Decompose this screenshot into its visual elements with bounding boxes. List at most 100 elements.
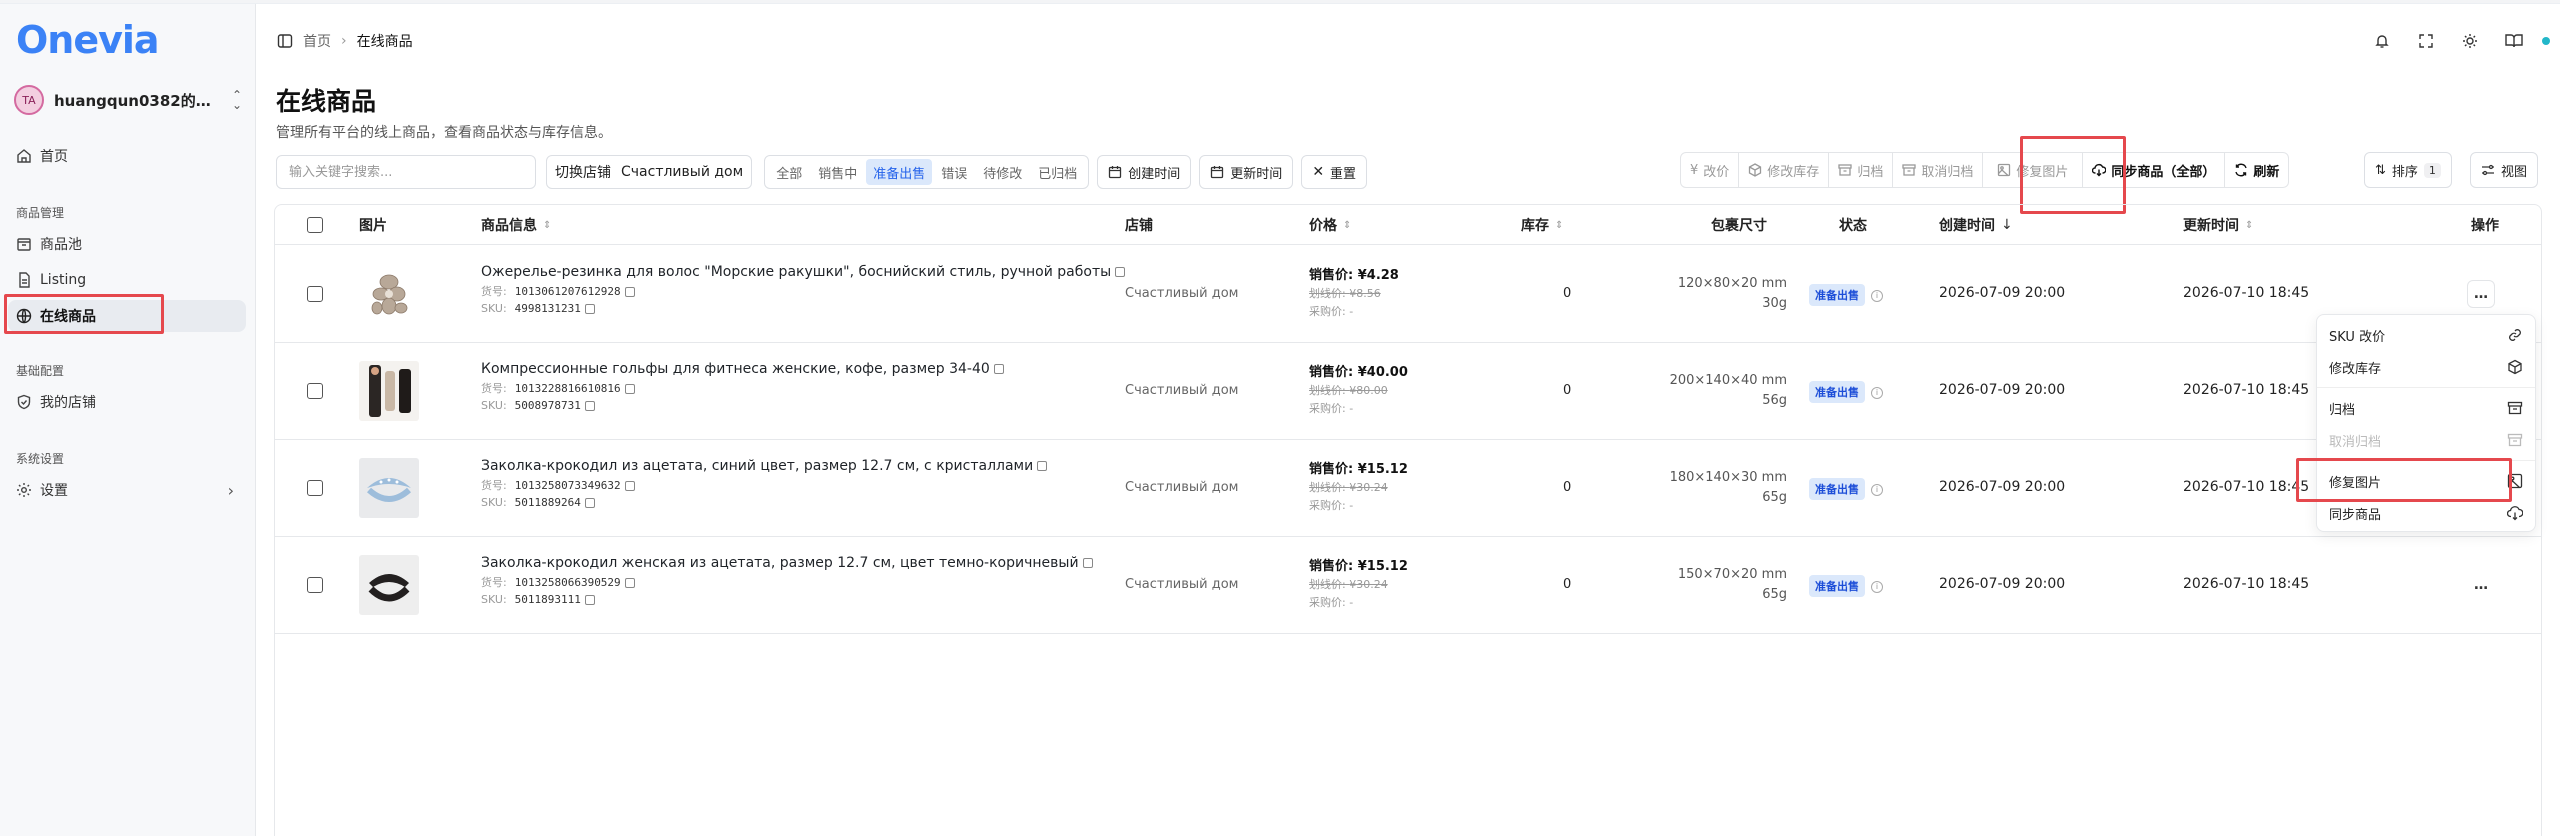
menu-divider bbox=[2317, 460, 2535, 461]
workspace-switcher[interactable]: TA huangqun0382的工作... ⌃⌄ bbox=[8, 80, 248, 120]
info-icon[interactable]: i bbox=[1871, 386, 1883, 399]
table-row[interactable]: Заколка-крокодил женская из ацетата, раз… bbox=[275, 537, 2541, 634]
row-checkbox[interactable] bbox=[307, 577, 323, 593]
info-icon[interactable]: i bbox=[1871, 580, 1883, 593]
table-row[interactable]: Ожерелье-резинка для волос "Морские раку… bbox=[275, 246, 2541, 343]
table-row[interactable]: Компрессионные гольфы для фитнеса женски… bbox=[275, 343, 2541, 440]
sidebar: Onevia TA huangqun0382的工作... ⌃⌄ 首页 商品管理 … bbox=[0, 4, 256, 836]
menu-item-sku-price[interactable]: SKU 改价 bbox=[2317, 319, 2535, 351]
shop-name: Счастливый дом bbox=[1125, 383, 1239, 398]
row-checkbox[interactable] bbox=[307, 383, 323, 399]
tab-on-sale[interactable]: 销售中 bbox=[811, 159, 864, 185]
menu-item-label: SKU 改价 bbox=[2329, 329, 2386, 345]
copy-icon[interactable] bbox=[1082, 558, 1093, 568]
archive-button[interactable]: 归档 bbox=[1829, 153, 1894, 187]
change-price-button[interactable]: ¥ 改价 bbox=[1681, 153, 1740, 187]
bell-button[interactable] bbox=[2366, 26, 2398, 56]
copy-icon[interactable] bbox=[624, 578, 635, 588]
sidebar-item-home[interactable]: 首页 bbox=[8, 140, 246, 172]
fix-image-button[interactable]: 修复图片 bbox=[1983, 153, 2084, 187]
table-row[interactable]: Заколка-крокодил из ацетата, синий цвет,… bbox=[275, 440, 2541, 537]
col-created[interactable]: 创建时间 ↓ bbox=[1939, 205, 2013, 245]
copy-icon[interactable] bbox=[1115, 267, 1126, 277]
product-name[interactable]: Заколка-крокодил из ацетата, синий цвет,… bbox=[481, 458, 1033, 474]
package-size: 200×140×40 mm 56g bbox=[1670, 371, 1787, 411]
copy-icon[interactable] bbox=[584, 595, 595, 605]
unarchive-icon bbox=[2507, 433, 2523, 447]
product-thumbnail[interactable] bbox=[359, 361, 419, 421]
tab-all[interactable]: 全部 bbox=[769, 159, 809, 185]
col-stock[interactable]: 库存 ⇕ bbox=[1521, 205, 1563, 245]
sidebar-item-product-pool[interactable]: 商品池 bbox=[8, 228, 246, 260]
col-updated[interactable]: 更新时间 ⇕ bbox=[2183, 205, 2253, 245]
status-badge: 准备出售 bbox=[1809, 575, 1865, 597]
sale-price-label: 销售价: bbox=[1309, 462, 1358, 477]
info-icon[interactable]: i bbox=[1871, 483, 1883, 496]
sku-label: SKU: bbox=[481, 496, 507, 509]
updated-time-filter[interactable]: 更新时间 bbox=[1199, 155, 1294, 189]
sync-all-button[interactable]: 同步商品（全部） bbox=[2083, 153, 2226, 187]
product-thumbnail[interactable] bbox=[359, 555, 419, 615]
more-actions-icon[interactable]: … bbox=[2467, 280, 2495, 308]
product-info: Ожерелье-резинка для волос "Морские раку… bbox=[481, 264, 1126, 315]
unarchive-button[interactable]: 取消归档 bbox=[1893, 153, 1984, 187]
menu-item-change-stock[interactable]: 修改库存 bbox=[2317, 351, 2535, 383]
copy-icon[interactable] bbox=[1037, 461, 1048, 471]
copy-icon[interactable] bbox=[624, 384, 635, 394]
copy-icon[interactable] bbox=[993, 364, 1004, 374]
menu-item-sync[interactable]: 同步商品 bbox=[2317, 497, 2535, 529]
product-thumbnail[interactable] bbox=[359, 458, 419, 518]
docs-button[interactable] bbox=[2498, 26, 2530, 56]
sale-price-label: 销售价: bbox=[1309, 365, 1358, 380]
created-time-filter[interactable]: 创建时间 bbox=[1097, 155, 1192, 189]
sidebar-toggle-icon[interactable] bbox=[277, 33, 293, 49]
shop-selector[interactable]: 切换店铺 Счастливый дом bbox=[546, 155, 753, 189]
copy-icon[interactable] bbox=[584, 401, 595, 411]
product-name[interactable]: Заколка-крокодил женская из ацетата, раз… bbox=[481, 555, 1079, 571]
article-label: 货号: bbox=[481, 576, 507, 589]
theme-button[interactable] bbox=[2454, 26, 2486, 56]
workspace-name: huangqun0382的工作... bbox=[54, 91, 219, 110]
shop-name: Счастливый дом bbox=[1125, 286, 1239, 301]
product-name[interactable]: Ожерелье-резинка для волос "Морские раку… bbox=[481, 264, 1111, 280]
tab-ready-for-sale[interactable]: 准备出售 bbox=[866, 159, 933, 185]
row-context-menu: SKU 改价 修改库存 归档 取消归档 修复图片 同步商品 bbox=[2316, 314, 2536, 532]
more-actions-icon[interactable]: … bbox=[2467, 571, 2495, 599]
menu-item-unarchive[interactable]: 取消归档 bbox=[2317, 424, 2535, 456]
sidebar-item-my-shops[interactable]: 我的店铺 bbox=[8, 386, 246, 418]
col-info[interactable]: 商品信息 ⇕ bbox=[481, 205, 551, 245]
app-logo[interactable]: Onevia bbox=[16, 20, 160, 60]
product-name[interactable]: Компрессионные гольфы для фитнеса женски… bbox=[481, 361, 990, 377]
sort-button[interactable]: ⇅ 排序 1 bbox=[2364, 152, 2452, 188]
col-price[interactable]: 价格 ⇕ bbox=[1309, 205, 1351, 245]
sku-label: SKU: bbox=[481, 593, 507, 606]
view-label: 视图 bbox=[2501, 164, 2528, 180]
copy-icon[interactable] bbox=[624, 481, 635, 491]
product-thumbnail[interactable] bbox=[359, 264, 419, 324]
box-icon bbox=[17, 238, 31, 251]
sidebar-item-listing[interactable]: Listing bbox=[8, 264, 246, 296]
copy-icon[interactable] bbox=[624, 287, 635, 297]
copy-icon[interactable] bbox=[584, 304, 595, 314]
view-button[interactable]: 视图 bbox=[2470, 152, 2539, 188]
change-stock-button[interactable]: 修改库存 bbox=[1739, 153, 1830, 187]
select-all-checkbox[interactable] bbox=[307, 217, 323, 233]
tab-pending-edit[interactable]: 待修改 bbox=[976, 159, 1029, 185]
search-input[interactable] bbox=[276, 155, 536, 189]
copy-icon[interactable] bbox=[584, 498, 595, 508]
old-price-label: 划线价: bbox=[1309, 481, 1350, 494]
row-checkbox[interactable] bbox=[307, 286, 323, 302]
breadcrumb-home[interactable]: 首页 bbox=[303, 31, 331, 51]
menu-item-fix-image[interactable]: 修复图片 bbox=[2317, 465, 2535, 497]
row-checkbox[interactable] bbox=[307, 480, 323, 496]
sidebar-item-online-products[interactable]: 在线商品 bbox=[8, 300, 246, 332]
tab-archived[interactable]: 已归档 bbox=[1031, 159, 1084, 185]
fullscreen-button[interactable] bbox=[2410, 26, 2442, 56]
info-icon[interactable]: i bbox=[1871, 289, 1883, 302]
menu-item-archive[interactable]: 归档 bbox=[2317, 392, 2535, 424]
tab-error[interactable]: 错误 bbox=[934, 159, 974, 185]
refresh-button[interactable]: 刷新 bbox=[2225, 153, 2288, 187]
sidebar-item-settings[interactable]: 设置 › bbox=[8, 474, 246, 506]
reset-button[interactable]: ✕ 重置 bbox=[1301, 155, 1368, 189]
old-price: ¥8.56 bbox=[1349, 287, 1381, 300]
